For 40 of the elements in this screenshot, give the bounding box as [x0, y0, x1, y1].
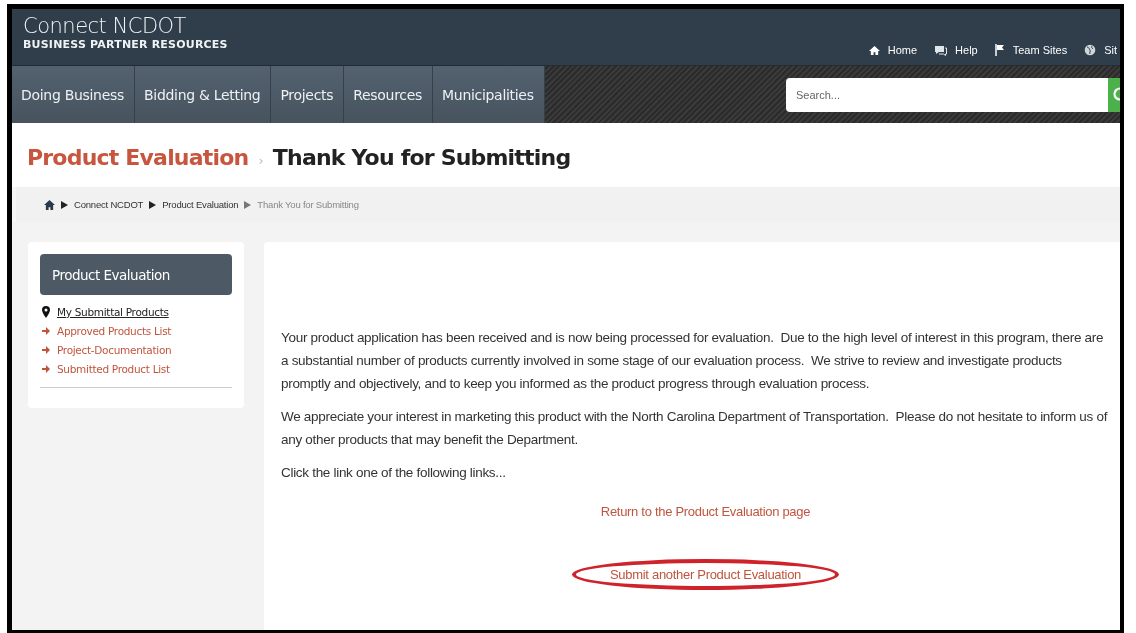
- body-paragraph: We appreciate your interest in marketing this product with the North Carolina Department of Transportation. Please do not hesitate to inform us of any other products that may benefit the Department.: [281, 408, 1109, 449]
- sidebar-link[interactable]: Approved Products List: [42, 322, 232, 341]
- home-icon[interactable]: [44, 199, 55, 210]
- top-link[interactable]: Sit: [1084, 44, 1117, 56]
- chat-icon: [934, 44, 948, 56]
- nav-tab[interactable]: Doing Business: [12, 66, 135, 123]
- top-link[interactable]: Help: [934, 44, 978, 56]
- arrow-icon: [149, 200, 157, 209]
- sidebar-link[interactable]: My Submittal Products: [42, 303, 232, 322]
- nav-tab[interactable]: Resources: [344, 66, 434, 123]
- flag-icon: [994, 44, 1005, 56]
- nav-tab[interactable]: Bidding & Letting: [135, 66, 272, 123]
- top-link[interactable]: Home: [868, 44, 918, 56]
- body-paragraph: Your product application has been received and is now being processed for evaluation. Due to the high level of interest in this program, there are a substantial number of products currently involved in some stage of our evaluation process. We strive to review and investigate products promptly and objectively, and to keep you informed as the product progress through evaluation process.: [281, 329, 1105, 393]
- circled-link[interactable]: Submit another Product Evaluation: [572, 559, 839, 590]
- sidebar-link[interactable]: Submitted Product List: [42, 360, 232, 379]
- search-field[interactable]: Search...: [786, 77, 1108, 112]
- logo-title[interactable]: Connect NCDOT: [23, 15, 228, 38]
- arrow-icon: [61, 200, 68, 209]
- page-title: Thank You for Submitting: [272, 145, 571, 170]
- logo-subtitle: BUSINESS PARTNER RESOURCES: [23, 38, 228, 51]
- nav-tab[interactable]: Municipalities: [433, 66, 545, 123]
- arrow-icon: [244, 200, 252, 209]
- home-icon: [868, 44, 880, 56]
- section-title[interactable]: Product Evaluation: [27, 145, 249, 170]
- sidebar-heading: Product Evaluation: [40, 254, 232, 295]
- body-paragraph: Click the link one of the following links...: [281, 464, 507, 482]
- breadcrumb-link[interactable]: Thank You for Submitting: [257, 199, 359, 210]
- title-separator: ›: [258, 153, 263, 168]
- page-link[interactable]: Return to the Product Evaluation page: [592, 494, 819, 529]
- breadcrumb-link[interactable]: Product Evaluation: [162, 199, 239, 210]
- arrow-icon: [42, 365, 50, 373]
- sidebar-link[interactable]: Project-Documentation: [42, 341, 232, 360]
- map-pin-icon: [42, 306, 50, 318]
- breadcrumb-link[interactable]: Connect NCDOT: [74, 199, 144, 210]
- globe-icon: [1084, 44, 1097, 56]
- arrow-icon: [42, 346, 50, 354]
- nav-tab[interactable]: Projects: [271, 66, 345, 123]
- arrow-icon: [42, 327, 50, 335]
- top-link[interactable]: Team Sites: [994, 44, 1068, 56]
